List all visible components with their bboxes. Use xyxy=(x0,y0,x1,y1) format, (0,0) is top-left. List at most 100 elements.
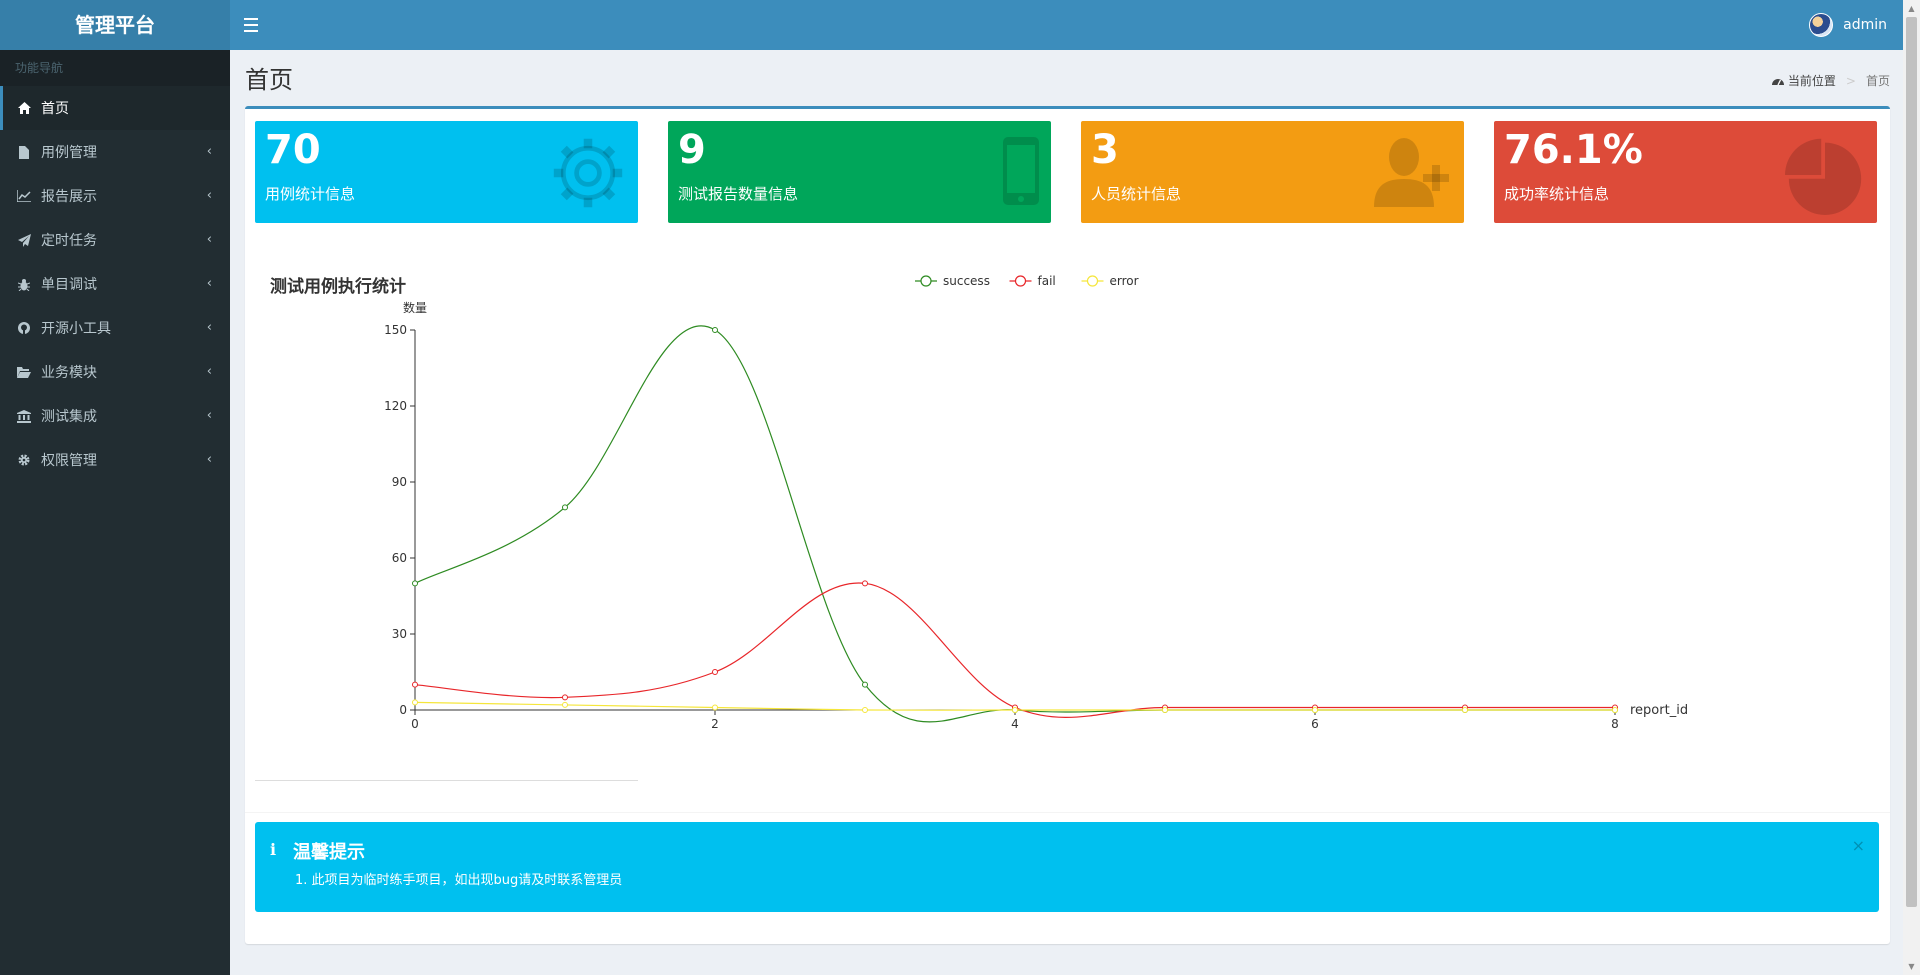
data-point-error xyxy=(1612,707,1618,713)
sidebar-item-debug[interactable]: 单目调试 ‹ xyxy=(0,262,230,306)
sidebar-item-label: 用例管理 xyxy=(41,145,97,161)
scrollbar-thumb[interactable] xyxy=(1906,17,1917,907)
y-tick-label: 150 xyxy=(384,323,407,337)
data-point-error xyxy=(412,699,418,706)
mobile-icon xyxy=(1003,137,1039,205)
data-point-error xyxy=(1462,707,1468,713)
x-tick-label: 4 xyxy=(1011,717,1019,731)
close-icon[interactable]: × xyxy=(1852,836,1865,855)
gear-icon xyxy=(553,138,623,208)
stat-label: 测试报告数量信息 xyxy=(678,185,799,203)
chevron-left-icon: ‹ xyxy=(206,320,212,335)
sidebar-item-integration[interactable]: 测试集成 ‹ xyxy=(0,394,230,438)
github-icon xyxy=(17,321,31,335)
legend-marker-success xyxy=(920,275,932,287)
chevron-left-icon: ‹ xyxy=(206,232,212,247)
breadcrumb-current: 首页 xyxy=(1865,74,1890,88)
y-axis-label: 数量 xyxy=(403,300,427,315)
sidebar-toggle-icon[interactable] xyxy=(244,14,258,36)
user-menu[interactable]: admin xyxy=(1809,12,1887,38)
sidebar-item-label: 单目调试 xyxy=(41,277,97,293)
stat-value: 70 xyxy=(265,127,321,173)
x-tick-label: 0 xyxy=(411,717,419,731)
folder-open-icon xyxy=(17,365,31,379)
data-point-fail xyxy=(862,580,868,587)
data-point-success xyxy=(712,327,718,333)
page-title: 首页 xyxy=(245,66,293,94)
sidebar-item-label: 首页 xyxy=(41,101,69,117)
y-tick-label: 0 xyxy=(399,703,407,717)
scroll-down-icon[interactable]: ▼ xyxy=(1903,958,1920,975)
file-icon xyxy=(17,145,31,159)
series-line-fail xyxy=(414,582,1615,718)
sidebar-item-label: 报告展示 xyxy=(41,189,97,205)
sidebar-item-business[interactable]: 业务模块 ‹ xyxy=(0,350,230,394)
data-point-error xyxy=(862,707,868,713)
x-tick-label: 2 xyxy=(711,717,719,731)
page-scrollbar[interactable]: ▲ ▼ xyxy=(1903,0,1920,975)
data-point-success xyxy=(562,504,568,511)
data-point-fail xyxy=(712,669,718,675)
stat-card-users[interactable]: 3 人员统计信息 xyxy=(1081,121,1464,223)
legend-label-error: error xyxy=(1110,274,1139,288)
breadcrumb: 当前位置 > 首页 xyxy=(1771,72,1890,89)
content-header: 首页 当前位置 > 首页 xyxy=(245,60,1890,100)
data-point-error xyxy=(1162,707,1168,713)
alert-title: 温馨提示 xyxy=(293,842,365,863)
sidebar-item-label: 测试集成 xyxy=(41,409,97,425)
username: admin xyxy=(1843,17,1887,33)
stat-value: 9 xyxy=(678,127,706,173)
home-icon xyxy=(17,101,31,115)
data-point-error xyxy=(1312,707,1318,713)
pie-chart-icon xyxy=(1785,138,1862,215)
data-point-success xyxy=(862,681,868,688)
series-line-success xyxy=(414,325,1615,723)
y-tick-label: 30 xyxy=(392,627,407,641)
dashboard-icon xyxy=(1771,78,1784,85)
y-tick-label: 60 xyxy=(392,551,407,565)
data-point-error xyxy=(1012,707,1018,713)
line-chart-icon xyxy=(17,189,31,203)
sidebar-item-label: 定时任务 xyxy=(41,233,97,249)
stat-value: 76.1% xyxy=(1504,127,1643,173)
stat-label: 人员统计信息 xyxy=(1091,185,1182,203)
legend-label-fail: fail xyxy=(1038,274,1056,288)
chevron-left-icon: ‹ xyxy=(206,408,212,423)
breadcrumb-location[interactable]: 当前位置 xyxy=(1788,72,1836,89)
scroll-up-icon[interactable]: ▲ xyxy=(1903,0,1920,17)
sidebar-item-tools[interactable]: 开源小工具 ‹ xyxy=(0,306,230,350)
y-tick-label: 90 xyxy=(392,475,407,489)
x-axis-label: report_id xyxy=(1630,703,1688,718)
info-alert: i 温馨提示 1. 此项目为临时练手项目，如出现bug请及时联系管理员 × xyxy=(255,822,1879,912)
paper-plane-icon xyxy=(17,233,31,247)
bank-icon xyxy=(17,409,31,423)
sidebar-item-case-management[interactable]: 用例管理 ‹ xyxy=(0,130,230,174)
stat-card-success-rate[interactable]: 76.1% 成功率统计信息 xyxy=(1494,121,1877,223)
sidebar-item-label: 权限管理 xyxy=(41,453,97,469)
app-logo[interactable]: 管理平台 xyxy=(0,0,230,50)
gear-icon xyxy=(17,453,31,467)
sidebar-item-label: 业务模块 xyxy=(41,365,97,381)
stat-label: 用例统计信息 xyxy=(265,185,356,203)
legend-marker-fail xyxy=(1014,275,1027,287)
data-point-fail xyxy=(412,681,418,688)
x-tick-label: 6 xyxy=(1311,717,1319,731)
chevron-left-icon: ‹ xyxy=(206,144,212,159)
sidebar-item-permissions[interactable]: 权限管理 ‹ xyxy=(0,438,230,482)
sidebar-item-reports[interactable]: 报告展示 ‹ xyxy=(0,174,230,218)
stat-card-cases[interactable]: 70 用例统计信息 xyxy=(255,121,638,223)
stat-value: 3 xyxy=(1091,127,1119,173)
alert-text: 1. 此项目为临时练手项目，如出现bug请及时联系管理员 xyxy=(295,873,623,888)
x-tick-label: 8 xyxy=(1611,717,1619,731)
data-point-error xyxy=(712,704,718,711)
sidebar-item-scheduled-tasks[interactable]: 定时任务 ‹ xyxy=(0,218,230,262)
stat-card-reports[interactable]: 9 测试报告数量信息 xyxy=(668,121,1051,223)
chart-divider xyxy=(255,780,638,781)
data-point-success xyxy=(412,580,418,587)
user-plus-icon xyxy=(1374,138,1449,207)
chevron-left-icon: ‹ xyxy=(206,188,212,203)
y-tick-label: 120 xyxy=(384,399,407,413)
sidebar-item-home[interactable]: 首页 xyxy=(0,86,230,130)
bug-icon xyxy=(17,277,31,291)
sidebar: 功能导航 首页 用例管理 ‹ 报告展示 ‹ 定时任务 ‹ 单目调试 ‹ 开源小工… xyxy=(0,50,230,975)
